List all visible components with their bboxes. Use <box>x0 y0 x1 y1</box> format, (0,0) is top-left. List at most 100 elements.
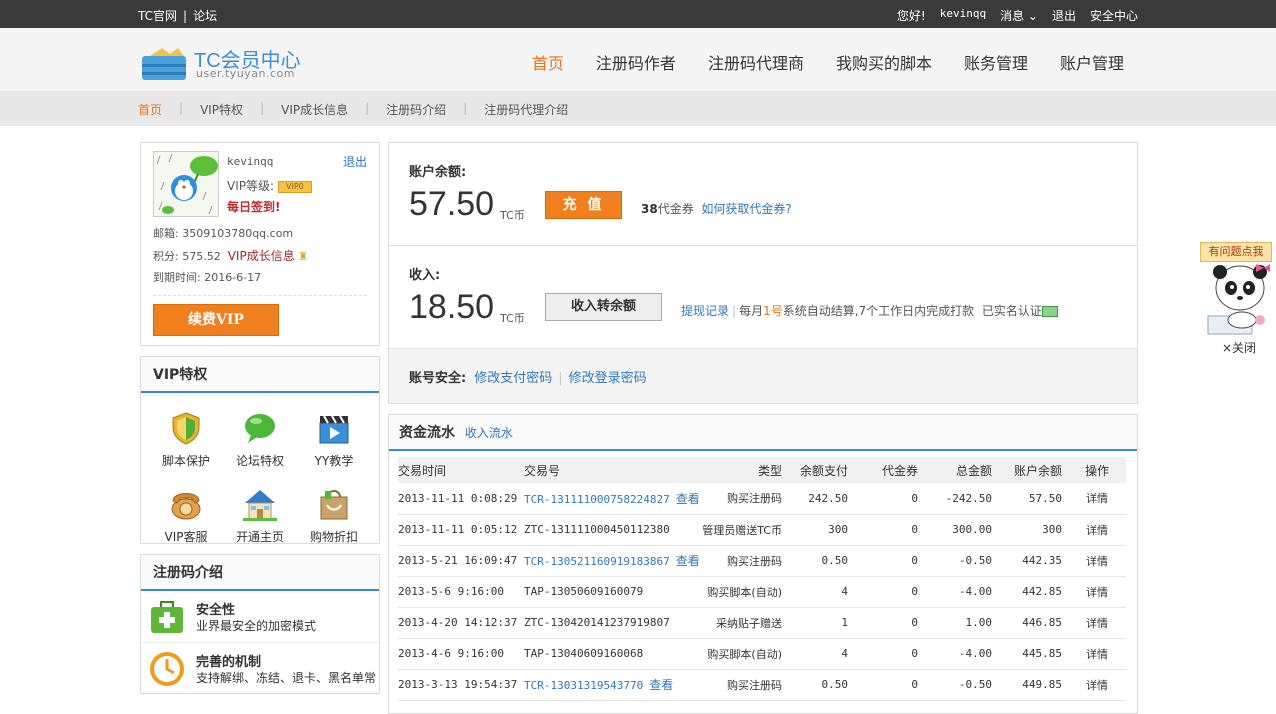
cell-pay: 0.50 <box>788 669 854 701</box>
transaction-id: TAP-13050609160079 <box>524 585 644 598</box>
profile-expire: 到期时间: 2016-6-17 <box>153 271 262 284</box>
detail-link[interactable]: 详情 <box>1068 545 1126 577</box>
profile-points: 积分: 575.52 VIP成长信息 ♜ <box>153 249 309 263</box>
cell-id: TCR-13031319543770 查看 <box>524 669 702 701</box>
top-username[interactable]: kevinqq <box>940 7 986 24</box>
detail-link[interactable]: 详情 <box>1068 638 1126 670</box>
view-link[interactable]: 查看 <box>676 492 700 506</box>
profile-card: kevinqq 退出 VIP等级: VIP0 每日签到! 邮箱: 3509103… <box>140 142 380 346</box>
house-icon <box>243 490 277 521</box>
main-nav: 首页 注册码作者 注册码代理商 我购买的脚本 账务管理 账户管理 <box>532 50 1124 74</box>
col-balance: 账户余额 <box>998 457 1068 483</box>
nav-purchased-scripts[interactable]: 我购买的脚本 <box>836 50 932 74</box>
cell-time: 2013-3-13 19:54:37 <box>398 669 524 701</box>
cell-total: -4.00 <box>924 576 998 608</box>
detail-link[interactable]: 详情 <box>1068 607 1126 639</box>
vip-item-yy-teaching[interactable]: YY教学 <box>297 405 371 481</box>
nav-code-agent[interactable]: 注册码代理商 <box>708 50 804 74</box>
withdraw-record-link[interactable]: 提现记录 <box>681 304 729 318</box>
cell-pay: 0.50 <box>788 545 854 577</box>
ask-help-button[interactable]: 有问题点我 <box>1200 242 1272 262</box>
table-row: 2013-5-21 16:09:47 TCR-130521160919183867… <box>398 545 1126 577</box>
intro-item-security: 安全性 业界最安全的加密模式 <box>141 591 379 643</box>
vip-item-discount[interactable]: 购物折扣 <box>297 481 371 557</box>
security-center-link[interactable]: 安全中心 <box>1090 7 1138 24</box>
col-total: 总金额 <box>924 457 998 483</box>
table-row: 2013-3-13 19:54:37 TCR-13031319543770 查看 购买… <box>398 669 1126 701</box>
tc-official-link[interactable]: TC官网 <box>138 9 177 23</box>
nav-finance[interactable]: 账务管理 <box>964 50 1028 74</box>
cell-balance: 445.85 <box>998 638 1068 670</box>
forum-link[interactable]: 论坛 <box>193 9 217 23</box>
transfer-to-balance-button[interactable]: 收入转余额 <box>545 293 662 321</box>
top-user-menu: 您好! kevinqq 消息 ⌄ 退出 安全中心 <box>897 7 1138 24</box>
transaction-id[interactable]: TCR-130521160919183867 <box>524 555 670 568</box>
cell-type: 采纳贴子赠送 <box>702 607 788 639</box>
subnav-code-agent-intro[interactable]: 注册码代理介绍 <box>484 101 568 118</box>
detail-link[interactable]: 详情 <box>1068 669 1126 701</box>
top-logout-link[interactable]: 退出 <box>1052 7 1076 24</box>
daily-sign-in-link[interactable]: 每日签到! <box>227 198 280 215</box>
vip-item-forum[interactable]: 论坛特权 <box>223 405 297 481</box>
cell-type: 购买脚本(自动) <box>702 638 788 670</box>
income-unit: TC币 <box>500 312 525 325</box>
sub-nav: 首页 | VIP特权 | VIP成长信息 | 注册码介绍 | 注册码代理介绍 <box>0 92 1276 126</box>
cell-balance: 57.50 <box>998 483 1068 515</box>
view-link[interactable]: 查看 <box>649 678 673 692</box>
detail-link[interactable]: 详情 <box>1068 576 1126 608</box>
cell-id: TCR-131111000758224827 查看 <box>524 483 702 515</box>
cell-time: 2013-11-11 0:08:29 <box>398 483 524 515</box>
nav-account[interactable]: 账户管理 <box>1060 50 1124 74</box>
messages-menu[interactable]: 消息 ⌄ <box>1000 7 1038 24</box>
cell-type: 购买注册码 <box>702 669 788 701</box>
subnav-vip-growth[interactable]: VIP成长信息 <box>281 101 348 118</box>
renew-vip-button[interactable]: 续费VIP <box>153 304 279 336</box>
transaction-id: ZTC-130420141237919807 <box>524 616 670 629</box>
help-widget: 有问题点我 ×关闭 <box>1200 240 1272 356</box>
panda-mascot-icon[interactable] <box>1202 260 1270 338</box>
table-row: 2013-11-11 0:05:12 ZTC-131111000450112380… <box>398 514 1126 546</box>
vip-item-script-protect[interactable]: 脚本保护 <box>149 405 223 481</box>
change-pay-password-link[interactable]: 修改支付密码 <box>474 371 552 386</box>
security-section: 账号安全: 修改支付密码 | 修改登录密码 <box>389 349 1137 403</box>
detail-link[interactable]: 详情 <box>1068 514 1126 546</box>
doraemon-avatar-icon <box>154 152 218 216</box>
cell-id: ZTC-131111000450112380 <box>524 514 702 546</box>
vip-item-homepage[interactable]: 开通主页 <box>223 481 297 557</box>
cell-pay: 1 <box>788 607 854 639</box>
balance-label: 账户余额: <box>409 165 467 180</box>
subnav-vip-privileges[interactable]: VIP特权 <box>200 101 243 118</box>
how-to-get-coupon-link[interactable]: 如何获取代金券? <box>701 202 791 216</box>
subnav-code-intro[interactable]: 注册码介绍 <box>386 101 446 118</box>
cell-pay: 242.50 <box>788 483 854 515</box>
view-link[interactable]: 查看 <box>676 554 700 568</box>
cell-type: 购买注册码 <box>702 483 788 515</box>
avatar[interactable] <box>153 151 219 217</box>
detail-link[interactable]: 详情 <box>1068 483 1126 515</box>
close-help-widget[interactable]: ×关闭 <box>1222 339 1256 356</box>
recharge-button[interactable]: 充 值 <box>545 191 622 219</box>
verified-label: 已实名认证 <box>981 304 1042 318</box>
change-login-password-link[interactable]: 修改登录密码 <box>569 371 647 386</box>
cell-balance: 442.35 <box>998 545 1068 577</box>
cell-type: 购买注册码 <box>702 545 788 577</box>
vip-item-customer-service[interactable]: VIP客服 <box>149 481 223 557</box>
chevron-down-icon: ⌄ <box>1024 9 1038 23</box>
profile-username: kevinqq <box>227 155 274 168</box>
vip-level-badge: VIP0 <box>277 180 312 193</box>
transaction-id[interactable]: TCR-131111000758224827 <box>524 493 670 506</box>
subnav-home[interactable]: 首页 <box>138 101 162 118</box>
nav-code-author[interactable]: 注册码作者 <box>596 50 676 74</box>
profile-logout-link[interactable]: 退出 <box>343 153 367 170</box>
cell-id: TCR-130521160919183867 查看 <box>524 545 702 577</box>
col-action: 操作 <box>1068 457 1126 483</box>
plus-kit-icon <box>151 601 183 633</box>
logo[interactable]: TC会员中心 user.tyuyan.com <box>140 40 310 84</box>
nav-home[interactable]: 首页 <box>532 50 564 74</box>
intro-item-mechanism: 完善的机制 支持解绑、冻结、退卡、黑名单常 <box>141 643 379 693</box>
transaction-id[interactable]: TCR-13031319543770 <box>524 679 643 692</box>
income-label: 收入: <box>409 268 441 283</box>
col-time: 交易时间 <box>398 457 524 483</box>
income-flow-tab[interactable]: 收入流水 <box>465 426 513 440</box>
vip-growth-link[interactable]: VIP成长信息 <box>228 249 295 263</box>
